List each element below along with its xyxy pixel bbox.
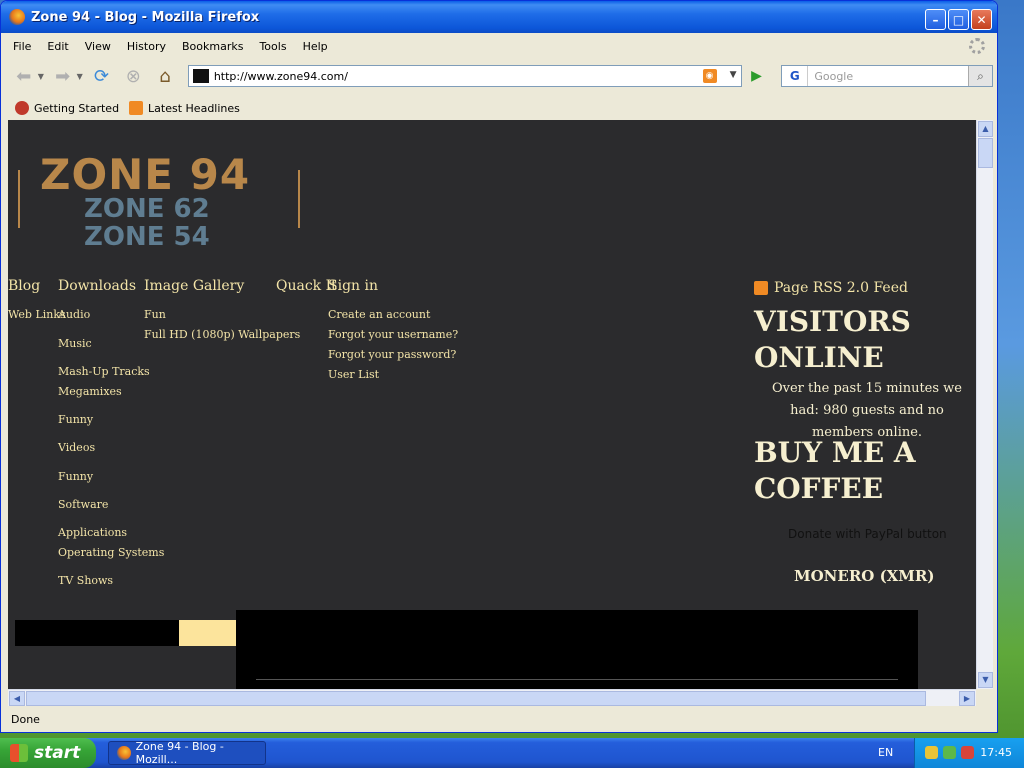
menu-bar: File Edit View History Bookmarks Tools H… (5, 35, 993, 57)
reload-button[interactable]: ⟳ (89, 63, 115, 89)
logo-line-2: ZONE 62 (84, 194, 210, 224)
windows-logo-icon (10, 744, 28, 762)
page-rss-link[interactable]: Page RSS 2.0 Feed (754, 280, 908, 296)
nav-sign-in[interactable]: Sign in (328, 278, 378, 294)
throbber-icon (969, 38, 985, 54)
site-favicon (192, 69, 209, 83)
system-tray: 17:45 (914, 738, 1024, 768)
status-text: Done (11, 712, 40, 726)
home-button[interactable]: ⌂ (152, 63, 178, 89)
paypal-donate-button[interactable]: Donate with PayPal button (788, 527, 947, 541)
start-label: start (34, 743, 81, 763)
scroll-right-icon[interactable]: ▶ (959, 691, 975, 706)
menu-file[interactable]: File (5, 40, 39, 53)
logo-line-1: ZONE 94 (40, 150, 251, 199)
black-bar (15, 620, 179, 646)
maximize-button[interactable]: □ (948, 9, 969, 30)
sub-audio[interactable]: Audio (58, 308, 90, 321)
nav-downloads[interactable]: Downloads (58, 278, 136, 294)
network-icon[interactable] (943, 746, 956, 759)
site-logo[interactable]: ZONE 94 ZONE 62 ZONE 54 (18, 150, 300, 254)
scroll-up-icon[interactable]: ▲ (978, 121, 993, 137)
rss-feed-icon[interactable]: ◉ (702, 69, 717, 83)
page-rss-label: Page RSS 2.0 Feed (774, 280, 908, 296)
sub-applications[interactable]: Applications (58, 526, 127, 539)
sub-funny-audio[interactable]: Funny (58, 413, 93, 426)
back-dropdown-icon[interactable]: ▼ (38, 72, 44, 81)
taskbar-firefox-item[interactable]: Zone 94 - Blog - Mozill... (108, 740, 266, 766)
menu-bookmarks[interactable]: Bookmarks (174, 40, 251, 53)
clock: 17:45 (980, 746, 1012, 759)
bookmark-latest-headlines[interactable]: Latest Headlines (129, 101, 240, 115)
sub-user-list[interactable]: User List (328, 368, 379, 381)
sub-create-account[interactable]: Create an account (328, 308, 430, 321)
close-button[interactable]: ✕ (971, 9, 992, 30)
menu-tools[interactable]: Tools (251, 40, 294, 53)
security-shield-icon[interactable] (925, 746, 938, 759)
window-title: Zone 94 - Blog - Mozilla Firefox (31, 9, 260, 25)
sub-videos[interactable]: Videos (58, 441, 95, 454)
search-engine-icon[interactable]: G (782, 66, 809, 86)
vertical-scroll-thumb[interactable] (978, 138, 993, 168)
sub-forgot-password[interactable]: Forgot your password? (328, 348, 456, 361)
address-dropdown-icon[interactable]: ▼ (730, 70, 737, 80)
bookmarks-toolbar: Getting Started Latest Headlines (5, 97, 993, 119)
coffee-heading-1: BUY ME A (754, 436, 916, 469)
status-bar: Done (5, 709, 993, 729)
vertical-scrollbar[interactable]: ▲ ▼ (976, 120, 993, 689)
start-button[interactable]: start (0, 738, 96, 768)
search-button[interactable]: ⌕ (967, 66, 992, 86)
menu-history[interactable]: History (119, 40, 174, 53)
embedded-media-area[interactable] (236, 610, 918, 689)
sub-megamixes[interactable]: Megamixes (58, 385, 122, 398)
sub-music[interactable]: Music (58, 337, 92, 350)
sub-operating-systems[interactable]: Operating Systems (58, 546, 164, 559)
taskbar-item-label: Zone 94 - Blog - Mozill... (135, 740, 224, 766)
title-bar[interactable]: Zone 94 - Blog - Mozilla Firefox – □ ✕ (1, 1, 997, 33)
go-button[interactable]: ▶ (746, 65, 768, 87)
visitors-heading-2: ONLINE (754, 341, 884, 374)
divider-line (256, 679, 898, 680)
minimize-button[interactable]: – (925, 9, 946, 30)
taskbar: start Zone 94 - Blog - Mozill... EN 17:4… (0, 738, 1024, 768)
menu-edit[interactable]: Edit (39, 40, 76, 53)
bookmark-getting-started[interactable]: Getting Started (15, 101, 119, 115)
sub-wallpapers[interactable]: Full HD (1080p) Wallpapers (144, 328, 300, 341)
rss-bookmark-icon (129, 101, 144, 115)
firefox-icon (117, 746, 131, 760)
horizontal-scroll-thumb[interactable] (26, 691, 926, 706)
sub-fun[interactable]: Fun (144, 308, 166, 321)
scroll-down-icon[interactable]: ▼ (978, 672, 993, 688)
search-placeholder[interactable]: Google (814, 70, 853, 83)
rss-icon (754, 281, 768, 295)
nav-image-gallery[interactable]: Image Gallery (144, 278, 244, 294)
sub-mash-up[interactable]: Mash-Up Tracks (58, 365, 150, 378)
security-alert-icon[interactable] (961, 746, 974, 759)
navigation-toolbar: ⬅ ▼ ➡ ▼ ⟳ ⊗ ⌂ http://www.zone94.com/ ◉ ▼ ▶… (5, 59, 993, 93)
forward-button[interactable]: ➡ (50, 63, 76, 89)
page-content: ZONE 94 ZONE 62 ZONE 54 Blog Downloads I… (8, 120, 976, 689)
coffee-heading-2: COFFEE (754, 472, 884, 505)
nav-blog[interactable]: Blog (8, 278, 40, 294)
firefox-icon (9, 9, 25, 25)
address-bar[interactable]: http://www.zone94.com/ ◉ ▼ (187, 65, 742, 87)
horizontal-scrollbar[interactable]: ◀ ▶ (8, 689, 976, 706)
search-bar[interactable]: G Google ⌕ (781, 65, 993, 87)
menu-help[interactable]: Help (295, 40, 336, 53)
forward-dropdown-icon[interactable]: ▼ (77, 72, 83, 81)
language-indicator[interactable]: EN (878, 746, 893, 759)
sub-tv-shows[interactable]: TV Shows (58, 574, 113, 587)
logo-line-3: ZONE 54 (84, 222, 210, 252)
address-url[interactable]: http://www.zone94.com/ (214, 70, 348, 83)
menu-view[interactable]: View (77, 40, 119, 53)
sub-software[interactable]: Software (58, 498, 108, 511)
sub-funny-videos[interactable]: Funny (58, 470, 93, 483)
stop-button[interactable]: ⊗ (120, 63, 146, 89)
monero-heading: MONERO (XMR) (794, 567, 935, 585)
visitors-heading-1: VISITORS (754, 305, 911, 338)
scroll-left-icon[interactable]: ◀ (9, 691, 25, 706)
firefox-bookmark-icon (15, 101, 29, 115)
back-button[interactable]: ⬅ (11, 63, 37, 89)
sub-forgot-username[interactable]: Forgot your username? (328, 328, 458, 341)
